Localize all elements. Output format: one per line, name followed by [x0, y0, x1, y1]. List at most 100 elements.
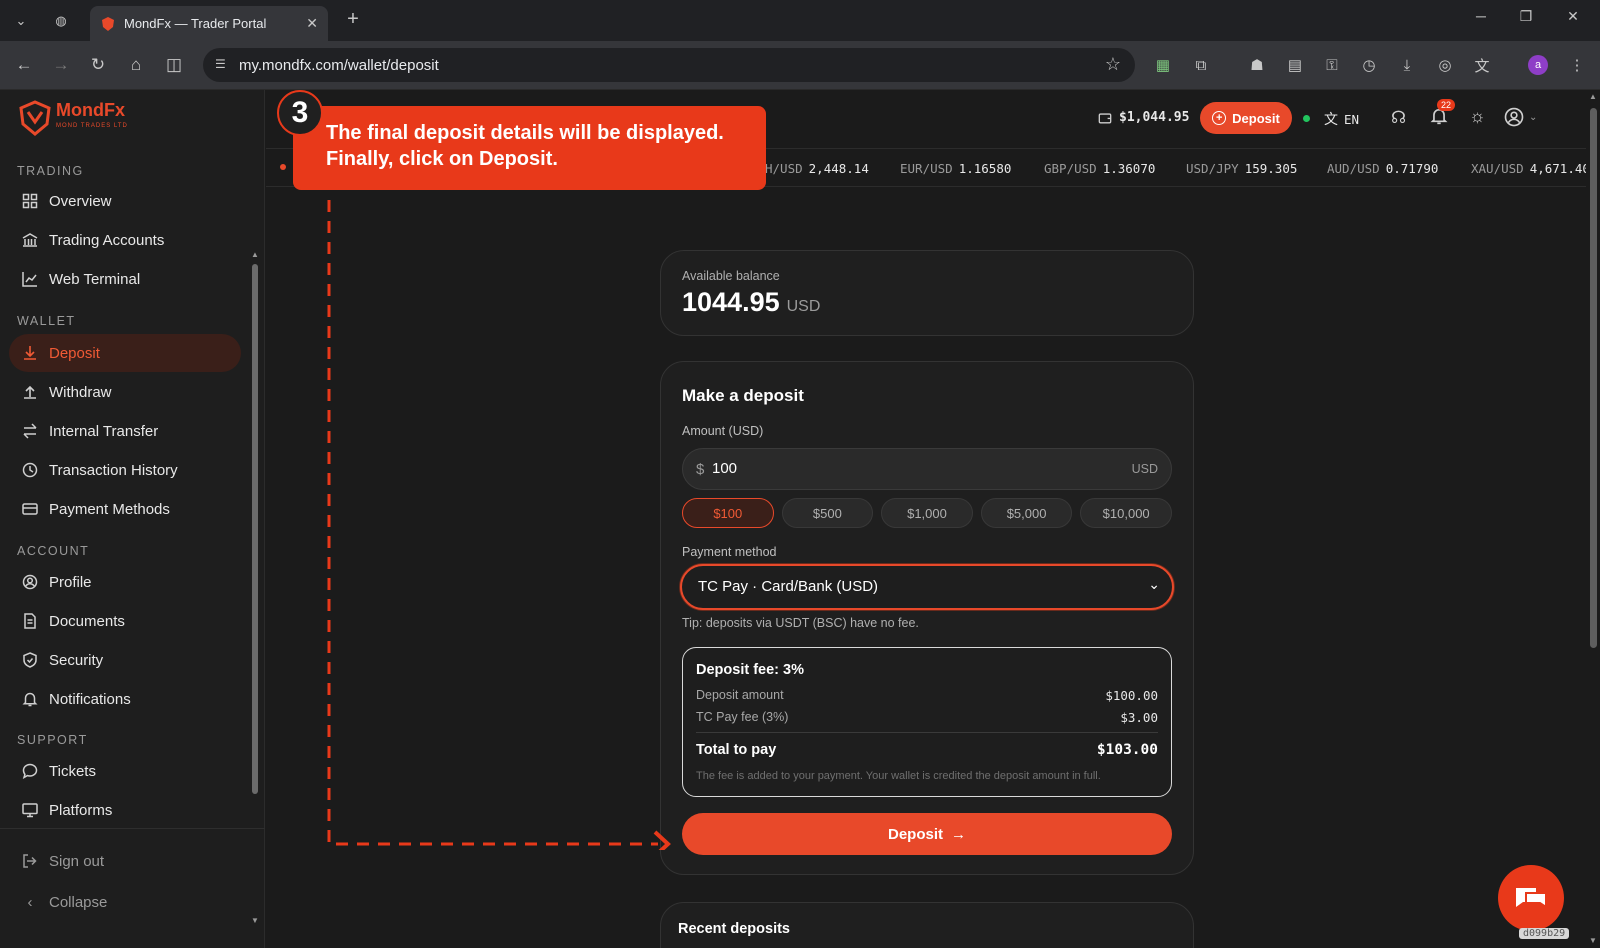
- balance-label: Available balance: [682, 269, 780, 283]
- user-icon: [21, 573, 39, 591]
- sidebar-item-label: Security: [49, 651, 104, 669]
- amount-input[interactable]: $ 100 USD: [682, 448, 1172, 490]
- preset-5000-button[interactable]: $5,000: [980, 498, 1073, 528]
- ticker-live-dot: [280, 164, 286, 170]
- preset-amounts: $100 $500 $1,000 $5,000 $10,000: [682, 498, 1172, 528]
- fee-summary-box: Deposit fee: 3% Deposit amount $100.00 T…: [682, 647, 1172, 797]
- sidebar: MondFx MOND TRADES LTD TRADING Overview T…: [0, 90, 265, 948]
- extensions-puzzle-icon[interactable]: ⧉: [1190, 54, 1212, 76]
- payment-method-value: TC Pay · Card/Bank (USD): [698, 578, 879, 595]
- sidebar-item-label: Trading Accounts: [49, 231, 165, 249]
- url-text: my.mondfx.com/wallet/deposit: [239, 56, 439, 74]
- sidebar-item-security[interactable]: Security: [9, 641, 241, 679]
- theme-sun-icon[interactable]: ☼: [1469, 106, 1486, 127]
- sign-out-button[interactable]: Sign out: [9, 842, 241, 880]
- sidebar-item-label: Transaction History: [49, 461, 178, 479]
- sidebar-item-profile[interactable]: Profile: [9, 563, 241, 601]
- fee-divider: [696, 732, 1158, 733]
- sidebar-scrollbar-thumb[interactable]: [252, 264, 258, 794]
- minimize-button[interactable]: ─: [1466, 8, 1496, 24]
- close-window-button[interactable]: ✕: [1558, 8, 1588, 25]
- tab-close-icon[interactable]: ✕: [306, 15, 318, 32]
- sidebar-item-notifications[interactable]: Notifications: [9, 680, 241, 718]
- incognito-icon[interactable]: ☗: [1246, 54, 1268, 76]
- online-status-dot: [1303, 115, 1310, 122]
- reading-list-icon[interactable]: ▤: [1284, 54, 1306, 76]
- sidebar-item-label: Profile: [49, 573, 92, 591]
- site-settings-icon[interactable]: ☰: [215, 57, 231, 73]
- preset-100-button[interactable]: $100: [682, 498, 774, 528]
- scroll-up-arrow-icon[interactable]: ▲: [1589, 92, 1597, 101]
- sidebar-item-internal-transfer[interactable]: Internal Transfer: [9, 412, 241, 450]
- section-wallet: WALLET: [17, 314, 76, 328]
- tab-list-button[interactable]: ⌄: [8, 8, 34, 34]
- download-icon: [21, 344, 39, 362]
- back-arrow-icon[interactable]: ←: [12, 53, 36, 77]
- preset-500-button[interactable]: $500: [781, 498, 874, 528]
- address-bar[interactable]: ☰ my.mondfx.com/wallet/deposit ☆: [203, 48, 1135, 82]
- sidebar-item-transaction-history[interactable]: Transaction History: [9, 451, 241, 489]
- screenshot-icon[interactable]: ◎: [1434, 54, 1456, 76]
- sidebar-item-payment-methods[interactable]: Payment Methods: [9, 490, 241, 528]
- scroll-down-arrow-icon[interactable]: ▼: [251, 916, 259, 925]
- bank-icon: [21, 231, 39, 249]
- scroll-up-arrow-icon[interactable]: ▲: [251, 250, 259, 259]
- fee-note: The fee is added to your payment. Your w…: [696, 770, 1101, 782]
- bookmark-star-icon[interactable]: ☆: [1105, 54, 1121, 75]
- sidebar-item-web-terminal[interactable]: Web Terminal: [9, 260, 241, 298]
- extension-sheet-icon[interactable]: ▦: [1152, 54, 1174, 76]
- grid-icon: [21, 192, 39, 210]
- browser-tab[interactable]: MondFx — Trader Portal ✕: [90, 6, 328, 41]
- logo[interactable]: MondFx MOND TRADES LTD: [18, 100, 128, 136]
- home-icon[interactable]: ⌂: [124, 53, 148, 77]
- balance-amount: 1044.95: [682, 287, 780, 317]
- ticker-item: USD/JPY 159.305: [1186, 161, 1298, 176]
- new-tab-button[interactable]: +: [340, 8, 366, 31]
- notifications-bell-button[interactable]: 22: [1430, 99, 1456, 130]
- profile-avatar[interactable]: a: [1528, 55, 1548, 75]
- fee-title: Deposit fee: 3%: [696, 662, 804, 678]
- wallet-balance[interactable]: $1,044.95: [1098, 110, 1189, 125]
- tab-group-icon[interactable]: ◍: [48, 8, 74, 34]
- topbar-deposit-button[interactable]: + Deposit: [1200, 102, 1292, 134]
- reload-icon[interactable]: ↻: [86, 53, 110, 77]
- sidebar-item-platforms[interactable]: Platforms: [9, 791, 241, 829]
- preset-1000-button[interactable]: $1,000: [881, 498, 973, 528]
- callout-line-2: Finally, click on Deposit.: [326, 148, 558, 170]
- browser-tab-bar: ⌄ ◍ MondFx — Trader Portal ✕ + ─ ❐ ✕: [0, 0, 1600, 41]
- restore-button[interactable]: ❐: [1511, 8, 1541, 25]
- browser-menu-icon[interactable]: ⋮: [1566, 54, 1588, 76]
- page-scrollbar[interactable]: ▲ ▼: [1587, 90, 1600, 948]
- total-label: Total to pay: [696, 742, 777, 758]
- forward-arrow-icon[interactable]: →: [49, 53, 73, 77]
- logo-name: MondFx: [56, 100, 125, 120]
- sidebar-item-tickets[interactable]: Tickets: [9, 752, 241, 790]
- download-icon[interactable]: ⤓: [1396, 54, 1418, 76]
- sidebar-item-withdraw[interactable]: Withdraw: [9, 373, 241, 411]
- sidebar-item-overview[interactable]: Overview: [9, 182, 241, 220]
- shield-icon: [21, 651, 39, 669]
- headset-icon[interactable]: ☊: [1391, 108, 1406, 128]
- user-menu-button[interactable]: ⌄: [1504, 107, 1537, 127]
- collapse-button[interactable]: ‹ Collapse: [9, 883, 241, 921]
- password-key-icon[interactable]: ⚿: [1321, 54, 1343, 76]
- section-account: ACCOUNT: [17, 544, 90, 558]
- sidebar-item-documents[interactable]: Documents: [9, 602, 241, 640]
- wallet-icon: [1098, 112, 1112, 123]
- ticker-item: XAU/USD 4,671.40: [1471, 161, 1586, 176]
- ticker-item: H/USD 2,448.14: [765, 161, 869, 176]
- split-view-icon[interactable]: ◫: [162, 53, 186, 77]
- history-clock-icon[interactable]: ◷: [1358, 54, 1380, 76]
- sidebar-item-deposit[interactable]: Deposit: [9, 334, 241, 372]
- translate-icon[interactable]: 文: [1471, 54, 1493, 76]
- chevron-down-icon: ⌄: [1529, 111, 1538, 123]
- preset-10000-button[interactable]: $10,000: [1080, 498, 1172, 528]
- live-chat-button[interactable]: [1498, 865, 1564, 931]
- sidebar-item-trading-accounts[interactable]: Trading Accounts: [9, 221, 241, 259]
- payment-method-select[interactable]: TC Pay · Card/Bank (USD) ⌄: [680, 564, 1174, 610]
- make-deposit-card: Make a deposit Amount (USD) $ 100 USD $1…: [660, 361, 1194, 875]
- page-scrollbar-thumb[interactable]: [1590, 108, 1597, 648]
- scroll-down-arrow-icon[interactable]: ▼: [1589, 936, 1597, 945]
- deposit-submit-button[interactable]: Deposit →: [682, 813, 1172, 855]
- language-selector[interactable]: 文 EN: [1324, 109, 1359, 129]
